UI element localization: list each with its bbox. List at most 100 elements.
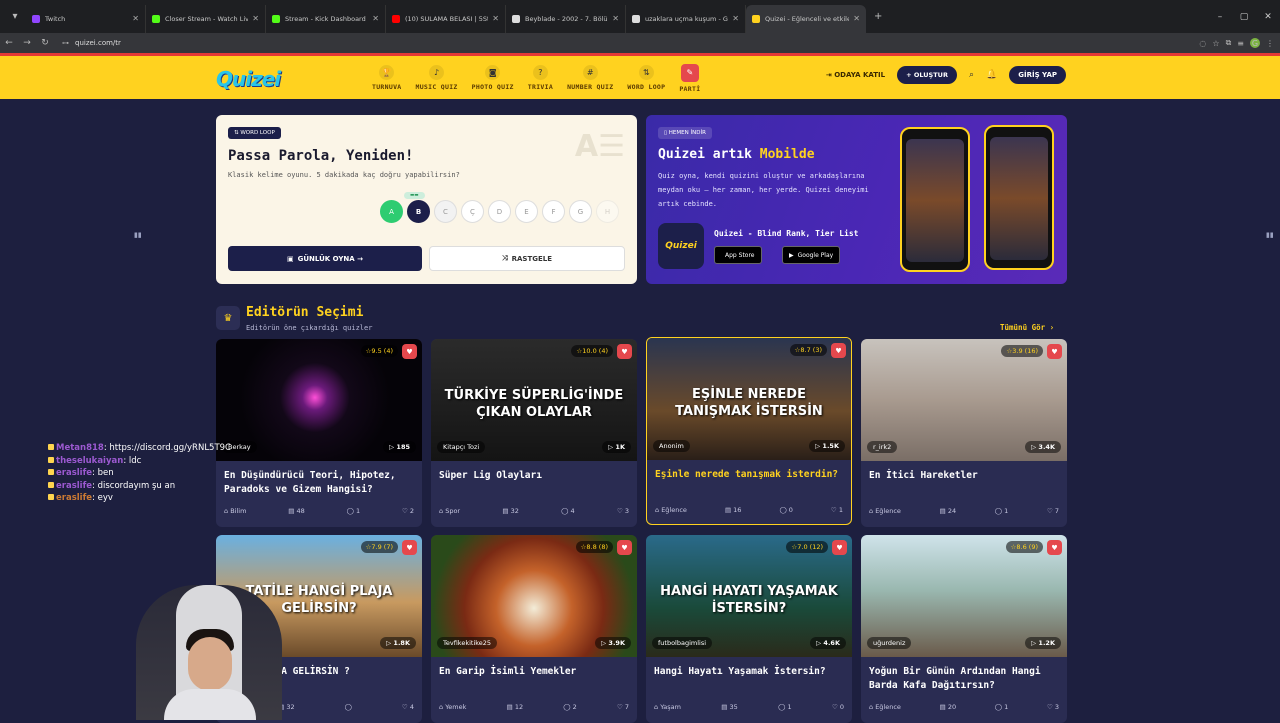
quiz-card[interactable]: ☆8.6 (9) ♥ uğurdeniz ▷ 1.2K Yoğun Bir Gü… bbox=[861, 535, 1067, 723]
maximize-icon[interactable]: ▢ bbox=[1232, 12, 1256, 22]
letter-bubble: F bbox=[542, 200, 565, 223]
tab-close-icon[interactable]: ✕ bbox=[252, 14, 259, 23]
author-chip[interactable]: r_irk2 bbox=[867, 441, 898, 453]
like-count-text: 3 bbox=[624, 507, 629, 515]
favorite-icon[interactable]: ♥ bbox=[831, 343, 846, 358]
category-label: ⌂ Yaşam bbox=[654, 703, 681, 711]
author-chip[interactable]: Anonim bbox=[653, 440, 690, 452]
tab-search-icon[interactable]: ▾ bbox=[4, 6, 26, 28]
nav-item-music-quiz[interactable]: ♪ MUSIC QUIZ bbox=[416, 59, 458, 97]
favorite-icon[interactable]: ♥ bbox=[617, 344, 632, 359]
browser-tab[interactable]: Twitch ✕ bbox=[26, 4, 146, 33]
quiz-card[interactable]: TÜRKİYE SÜPERLİG'İNDE ÇIKAN OLAYLAR ☆10.… bbox=[431, 339, 637, 527]
app-store-button[interactable]: App Store bbox=[714, 246, 762, 264]
browser-tab[interactable]: Quizei - Eğlenceli ve etkileşimli✕ bbox=[746, 4, 866, 33]
quiz-card[interactable]: ☆3.9 (16) ♥ r_irk2 ▷ 3.4K En İtici Harek… bbox=[861, 339, 1067, 527]
quiz-title[interactable]: Hangi Hayatı Yaşamak İstersin? bbox=[654, 665, 844, 679]
close-window-icon[interactable]: ✕ bbox=[1256, 12, 1280, 22]
app-icon: Quizei bbox=[658, 223, 704, 269]
nav-label: WORD LOOP bbox=[627, 83, 666, 91]
browser-tab[interactable]: (10) SULAMA BELASI | 5Strider... ✕ bbox=[386, 4, 506, 33]
favorite-icon[interactable]: ♥ bbox=[832, 540, 847, 555]
camera-icon: ◙ bbox=[485, 65, 501, 80]
favorite-icon[interactable]: ♥ bbox=[402, 344, 417, 359]
bookmark-star-icon[interactable]: ☆ bbox=[1212, 39, 1219, 48]
create-button[interactable]: + OLUŞTUR bbox=[897, 66, 957, 84]
back-icon[interactable]: ← bbox=[0, 38, 18, 48]
author-chip[interactable]: futbolbagimlisi bbox=[652, 637, 713, 649]
quizei-logo[interactable]: Quizei bbox=[216, 67, 281, 91]
nav-item-parti̇[interactable]: ✎ PARTİ bbox=[679, 59, 700, 97]
random-button[interactable]: ⤨ RASTGELE bbox=[429, 246, 625, 271]
browser-tab[interactable]: Closer Stream - Watch Live on Kick✕ bbox=[146, 4, 266, 33]
nav-item-photo-quiz[interactable]: ◙ PHOTO QUIZ bbox=[472, 59, 514, 97]
nav-item-trivia[interactable]: ? TRIVIA bbox=[528, 59, 553, 97]
chat-username: eraslife bbox=[56, 468, 93, 478]
author-chip[interactable]: Tevfikekitike25 bbox=[437, 637, 498, 649]
tab-close-icon[interactable]: ✕ bbox=[492, 14, 499, 23]
login-button[interactable]: GİRİŞ YAP bbox=[1009, 66, 1066, 84]
carousel-next-icon[interactable]: ▮▮ bbox=[1266, 231, 1274, 239]
menu-icon[interactable]: ⋮ bbox=[1266, 39, 1274, 48]
tab-close-icon[interactable]: ✕ bbox=[132, 14, 139, 23]
author-chip[interactable]: Kitapçı Tozi bbox=[437, 441, 486, 453]
favorite-icon[interactable]: ♥ bbox=[402, 540, 417, 555]
quiz-title[interactable]: Süper Lig Olayları bbox=[439, 469, 629, 483]
favorite-icon[interactable]: ♥ bbox=[1047, 344, 1062, 359]
browser-toolbar: ◌ ☆ ⧉ ≡ G ⋮ bbox=[1199, 33, 1274, 53]
quiz-title[interactable]: Eşinle nerede tanışmak isterdin? bbox=[655, 468, 843, 482]
quiz-title[interactable]: En İtici Hareketler bbox=[869, 469, 1059, 483]
play-count: ▷ 3.4K bbox=[1025, 441, 1061, 453]
minimize-icon[interactable]: – bbox=[1208, 12, 1232, 22]
quiz-card[interactable]: HANGİ HAYATI YAŞAMAK İSTERSİN? ☆7.0 (12)… bbox=[646, 535, 852, 723]
tab-strip: Twitch✕Closer Stream - Watch Live on Kic… bbox=[26, 1, 866, 33]
browser-tab[interactable]: Beyblade - 2002 - 7. Bölüm ✕ bbox=[506, 4, 626, 33]
daily-play-button[interactable]: ▣ GÜNLÜK OYNA → bbox=[228, 246, 422, 271]
bell-icon[interactable]: 🔔 bbox=[986, 70, 997, 80]
quiz-card[interactable]: ☆8.8 (8) ♥ Tevfikekitike25 ▷ 3.9K En Gar… bbox=[431, 535, 637, 723]
url-field[interactable]: ⊶ quizei.com/tr bbox=[62, 39, 121, 47]
nav-item-number-quiz[interactable]: # NUMBER QUIZ bbox=[567, 59, 613, 97]
google-play-button[interactable]: ▶ Google Play bbox=[782, 246, 841, 264]
party-icon: ✎ bbox=[680, 63, 699, 82]
thumbnail-caption: HANGİ HAYATI YAŞAMAK İSTERSİN? bbox=[660, 584, 838, 616]
new-tab-button[interactable]: + bbox=[874, 11, 882, 22]
media-icon[interactable]: ≡ bbox=[1237, 39, 1244, 48]
carousel-prev-icon[interactable]: ▮▮ bbox=[134, 231, 142, 239]
mobile-description: Quiz oyna, kendi quizini oluştur ve arka… bbox=[658, 172, 869, 208]
rating-badge: ☆8.6 (9) bbox=[1005, 541, 1043, 553]
browser-tab-bar: ▾ Twitch✕Closer Stream - Watch Live on K… bbox=[0, 0, 1280, 33]
phone-screen-left bbox=[906, 139, 964, 262]
extensions-icon[interactable]: ⧉ bbox=[1226, 38, 1232, 48]
comment-count: ◯ 1 bbox=[778, 703, 792, 711]
nav-item-turnuva[interactable]: 🏆 TURNUVA bbox=[372, 59, 402, 97]
question-count-text: 35 bbox=[729, 703, 738, 711]
nav-item-word-loop[interactable]: ⇅ WORD LOOP bbox=[627, 59, 665, 97]
tab-close-icon[interactable]: ✕ bbox=[732, 14, 739, 23]
forward-icon[interactable]: → bbox=[18, 38, 36, 48]
quiz-meta: ⌂ Yaşam ▤ 35 ◯ 1 ♡ 0 bbox=[654, 703, 844, 711]
browser-tab[interactable]: uzaklara uçma kuşum - Google... ✕ bbox=[626, 4, 746, 33]
author-chip[interactable]: uğurdeniz bbox=[867, 637, 912, 649]
quiz-card[interactable]: EŞİNLE NEREDE TANIŞMAK İSTERSİN ☆8.7 (3)… bbox=[646, 337, 852, 525]
quiz-title[interactable]: Yoğun Bir Günün Ardından Hangi Barda Kaf… bbox=[869, 665, 1059, 693]
site-info-icon[interactable]: ⊶ bbox=[62, 39, 69, 47]
search-icon[interactable]: ⌕ bbox=[969, 70, 974, 80]
reload-icon[interactable]: ↻ bbox=[36, 38, 54, 48]
play-count: ▷ 1K bbox=[602, 441, 631, 453]
tab-title: (10) SULAMA BELASI | 5Strider... bbox=[405, 14, 488, 23]
favorite-icon[interactable]: ♥ bbox=[617, 540, 632, 555]
see-all-link[interactable]: Tümünü Gör › bbox=[1000, 323, 1054, 332]
tab-close-icon[interactable]: ✕ bbox=[372, 14, 379, 23]
tab-close-icon[interactable]: ✕ bbox=[853, 14, 860, 23]
comment-count-text: 1 bbox=[1004, 703, 1009, 711]
browser-tab[interactable]: Stream - Kick Dashboard ✕ bbox=[266, 4, 386, 33]
quiz-title[interactable]: En Garip İsimli Yemekler bbox=[439, 665, 629, 679]
tab-close-icon[interactable]: ✕ bbox=[612, 14, 619, 23]
favorite-icon[interactable]: ♥ bbox=[1047, 540, 1062, 555]
eye-off-icon[interactable]: ◌ bbox=[1199, 39, 1206, 48]
comment-count-text: 0 bbox=[788, 506, 793, 514]
profile-avatar[interactable]: G bbox=[1250, 38, 1260, 48]
crown-icon: ♛ bbox=[216, 306, 240, 330]
join-room-button[interactable]: ⇥ ODAYA KATIL bbox=[826, 71, 885, 79]
